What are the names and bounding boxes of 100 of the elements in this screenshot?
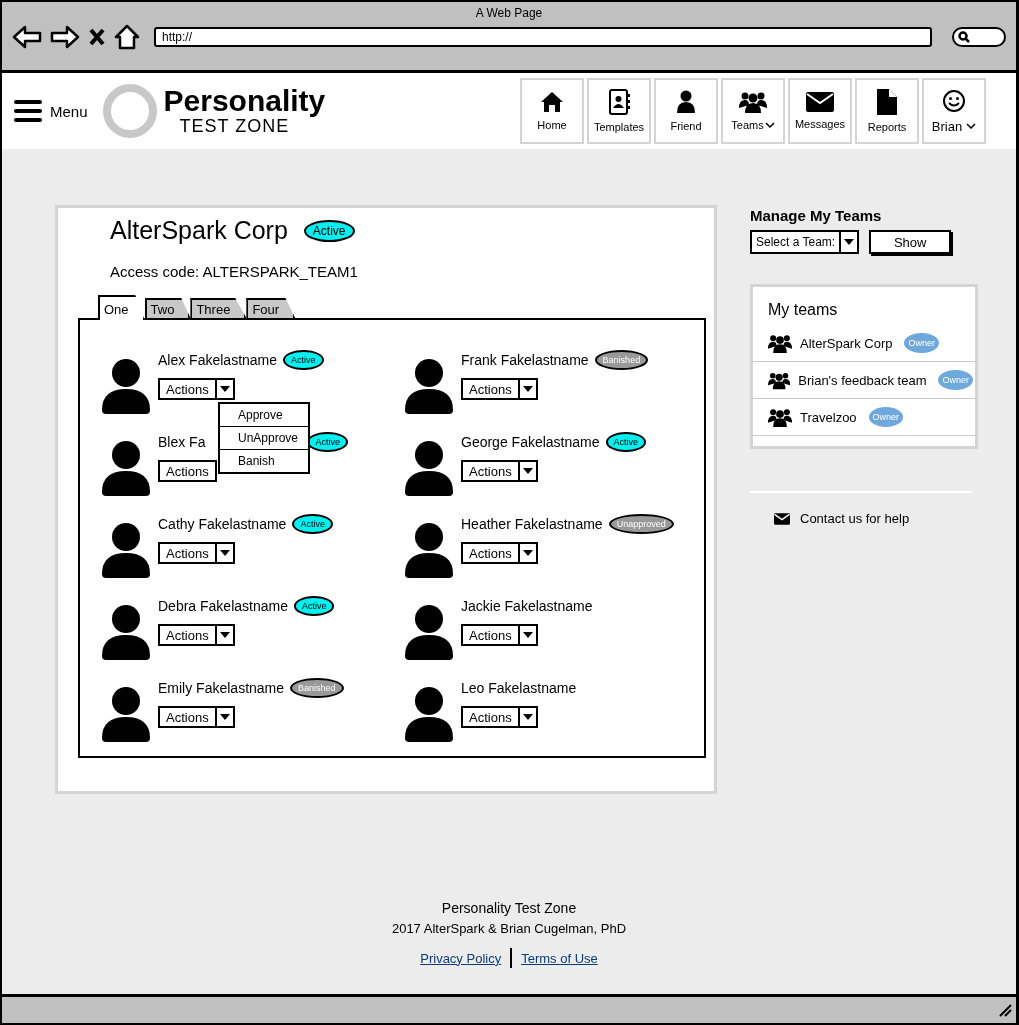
tab[interactable]: Three	[190, 298, 247, 318]
caret-icon	[522, 386, 533, 392]
home-icon[interactable]	[114, 24, 140, 50]
chevron-icon	[966, 123, 977, 129]
footer-link[interactable]: Terms of Use	[521, 950, 598, 966]
nav-button[interactable]: Messages	[788, 78, 852, 144]
tab[interactable]: Four	[246, 298, 296, 318]
team-select[interactable]: Select a Team:	[750, 230, 860, 254]
avatar-icon	[100, 440, 152, 496]
group-icon	[768, 407, 792, 427]
team-item[interactable]: Travelzoo Owner	[753, 399, 975, 436]
avatar-icon	[100, 522, 152, 578]
status-badge: Active	[303, 219, 355, 242]
avatar-icon	[403, 522, 455, 578]
member-name: Jackie Fakelastname	[461, 598, 593, 614]
menu-item[interactable]: UnApprove	[220, 427, 308, 450]
caret-icon	[522, 550, 533, 556]
close-icon[interactable]	[88, 27, 106, 47]
caret-icon	[522, 468, 533, 474]
tab[interactable]: Two	[144, 298, 191, 318]
team-item[interactable]: Brian's feedback team Owner	[753, 362, 975, 399]
member-name: Cathy Fakelastname	[158, 516, 287, 532]
sidebar-title: Manage My Teams	[750, 207, 883, 224]
search-field[interactable]	[952, 27, 1006, 47]
caret-icon	[522, 714, 533, 720]
actions-dropdown[interactable]: Actions	[461, 378, 538, 400]
actions-dropdown[interactable]: Actions	[461, 706, 538, 728]
menu-icon	[14, 99, 42, 123]
footer-link[interactable]: Privacy Policy	[420, 950, 502, 966]
role-badge: Owner	[938, 370, 973, 390]
menu-item[interactable]: Approve	[220, 404, 308, 427]
group-icon	[768, 370, 791, 390]
status-badge: Banished	[594, 350, 649, 370]
actions-dropdown[interactable]: Actions	[158, 460, 217, 482]
actions-dropdown[interactable]: Actions	[461, 460, 538, 482]
logo-subtitle: TEST ZONE	[179, 116, 290, 136]
caret-icon	[219, 386, 230, 392]
group-icon	[768, 333, 792, 353]
member-name: Alex Fakelastname	[158, 352, 278, 368]
role-badge: Owner	[868, 407, 904, 427]
logo-title: Personality	[163, 86, 326, 116]
member-name: George Fakelastname	[461, 434, 600, 450]
contact-link[interactable]: Contact us for help	[774, 511, 980, 526]
avatar-icon	[403, 604, 455, 660]
actions-dropdown[interactable]: Actions	[158, 706, 235, 728]
avatar-icon	[403, 440, 455, 496]
actions-dropdown[interactable]: Actions	[158, 624, 235, 646]
member-name: Frank Fakelastname	[461, 352, 589, 368]
url-field[interactable]: http://	[154, 27, 932, 47]
member-name: Leo Fakelastname	[461, 680, 577, 696]
actions-dropdown[interactable]: Actions	[461, 624, 538, 646]
status-badge: Active	[293, 596, 335, 616]
actions-dropdown[interactable]: Actions	[158, 542, 235, 564]
window-title: A Web Page	[475, 6, 543, 20]
actions-dropdown[interactable]: Actions	[461, 542, 538, 564]
back-icon[interactable]	[12, 25, 42, 49]
caret-icon	[522, 632, 533, 638]
chevron-icon	[764, 122, 775, 128]
avatar-icon	[100, 686, 152, 742]
nav-button[interactable]: Teams	[721, 78, 785, 144]
caret-icon	[219, 714, 230, 720]
menu-item[interactable]: Banish	[220, 450, 308, 472]
member-name: Debra Fakelastname	[158, 598, 288, 614]
nav-button[interactable]: Friend	[654, 78, 718, 144]
actions-dropdown[interactable]: Actions	[158, 378, 235, 400]
status-badge: Active	[283, 350, 324, 370]
status-badge: Active	[605, 432, 647, 452]
menu-button[interactable]: Menu	[14, 99, 88, 123]
status-badge: Unapproved	[608, 514, 674, 534]
nav-button[interactable]: Home	[520, 78, 584, 144]
caret-icon	[844, 239, 855, 245]
nav-button[interactable]: Templates	[587, 78, 651, 144]
status-badge: Active	[292, 514, 333, 534]
footer-title: Personality Test Zone	[441, 900, 577, 916]
nav-button[interactable]: Brian	[922, 78, 986, 144]
show-button[interactable]: Show	[869, 230, 952, 254]
search-icon	[958, 31, 970, 43]
home-icon	[540, 91, 564, 113]
status-badge: Active	[307, 432, 348, 452]
member-name: Emily Fakelastname	[158, 680, 285, 696]
person-icon	[676, 90, 696, 114]
address-book-icon	[608, 89, 630, 115]
document-icon	[877, 89, 897, 115]
resize-grip-icon	[998, 1003, 1012, 1017]
status-badge: Banished	[290, 678, 344, 698]
nav-button[interactable]: Reports	[855, 78, 919, 144]
forward-icon[interactable]	[50, 25, 80, 49]
avatar-icon	[403, 358, 455, 414]
team-item[interactable]: AlterSpark Corp Owner	[753, 325, 975, 362]
tab[interactable]: One	[98, 295, 145, 320]
group-icon	[739, 91, 767, 113]
envelope-icon	[806, 92, 834, 112]
caret-icon	[219, 632, 230, 638]
envelope-icon	[774, 512, 790, 525]
team-name: AlterSpark Corp	[110, 216, 288, 245]
member-name: Heather Fakelastname	[461, 516, 603, 532]
role-badge: Owner	[904, 333, 939, 353]
caret-icon	[219, 550, 230, 556]
smiley-icon	[942, 88, 966, 113]
avatar-icon	[100, 604, 152, 660]
